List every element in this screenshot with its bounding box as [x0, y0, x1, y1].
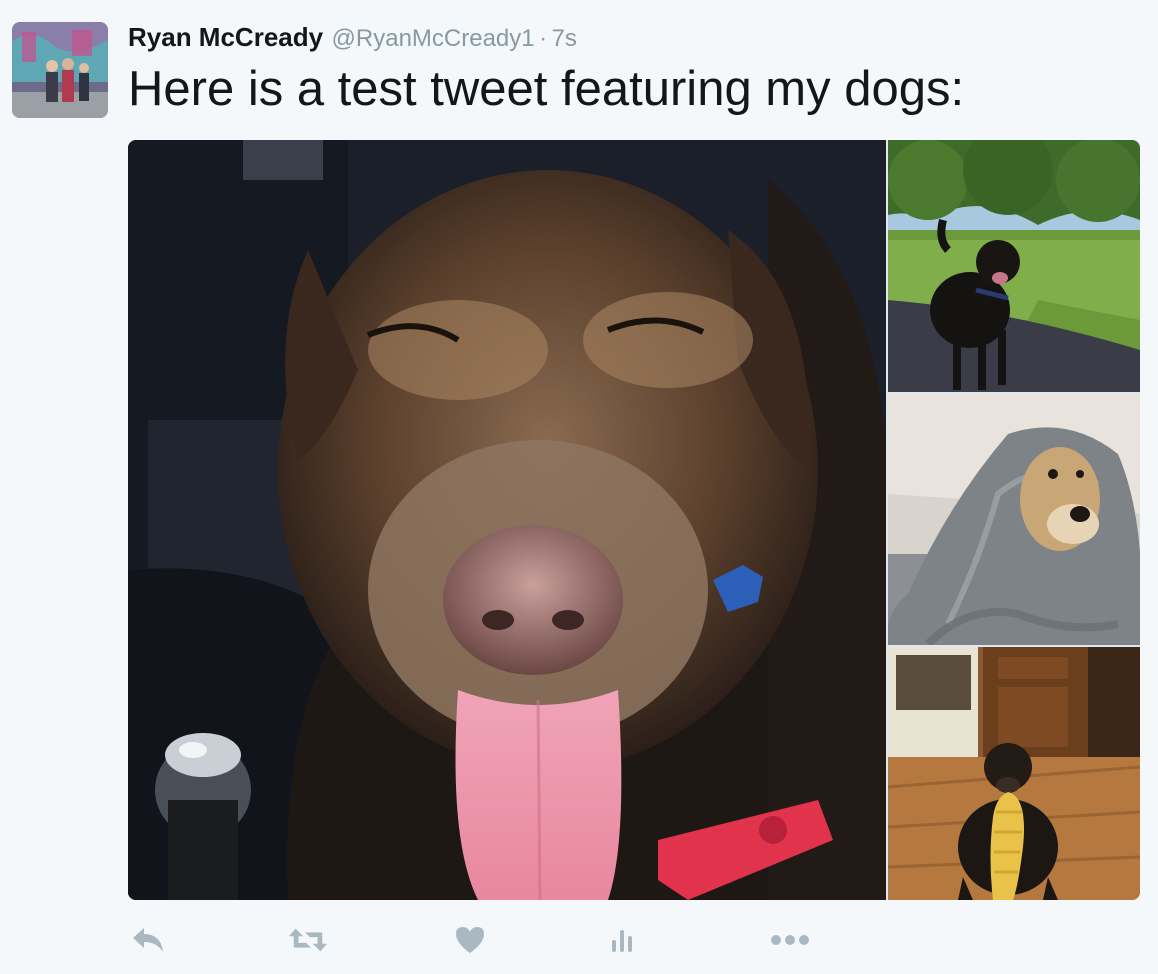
dog-with-treat-photo[interactable]	[888, 647, 1140, 900]
avatar[interactable]	[12, 22, 108, 118]
heart-icon	[456, 927, 484, 953]
reply-icon	[133, 928, 163, 952]
retweet-icon	[288, 928, 328, 952]
reply-button[interactable]	[128, 920, 168, 960]
retweet-button[interactable]	[288, 920, 328, 960]
author-name[interactable]: Ryan McCready	[128, 22, 323, 52]
avatar-image	[12, 22, 108, 118]
dog-in-blanket-photo[interactable]	[888, 394, 1140, 645]
analytics-button[interactable]	[602, 920, 642, 960]
action-bar	[128, 920, 828, 960]
tweet-text: Here is a test tweet featuring my dogs:	[128, 62, 965, 116]
dog-closeup-photo[interactable]	[128, 140, 886, 900]
author-handle[interactable]: @RyanMcCready1	[332, 25, 535, 52]
more-icon	[771, 935, 809, 945]
tweet: Ryan McCready @RyanMcCready1 · 7s Here i…	[0, 0, 1158, 974]
media-grid	[128, 140, 1140, 900]
analytics-icon	[612, 930, 632, 952]
separator-dot: ·	[539, 25, 548, 52]
more-button[interactable]	[770, 920, 810, 960]
like-button[interactable]	[450, 920, 490, 960]
timestamp[interactable]: 7s	[552, 25, 577, 52]
dog-on-path-photo[interactable]	[888, 140, 1140, 392]
tweet-header: Ryan McCready @RyanMcCready1 · 7s	[128, 22, 577, 52]
